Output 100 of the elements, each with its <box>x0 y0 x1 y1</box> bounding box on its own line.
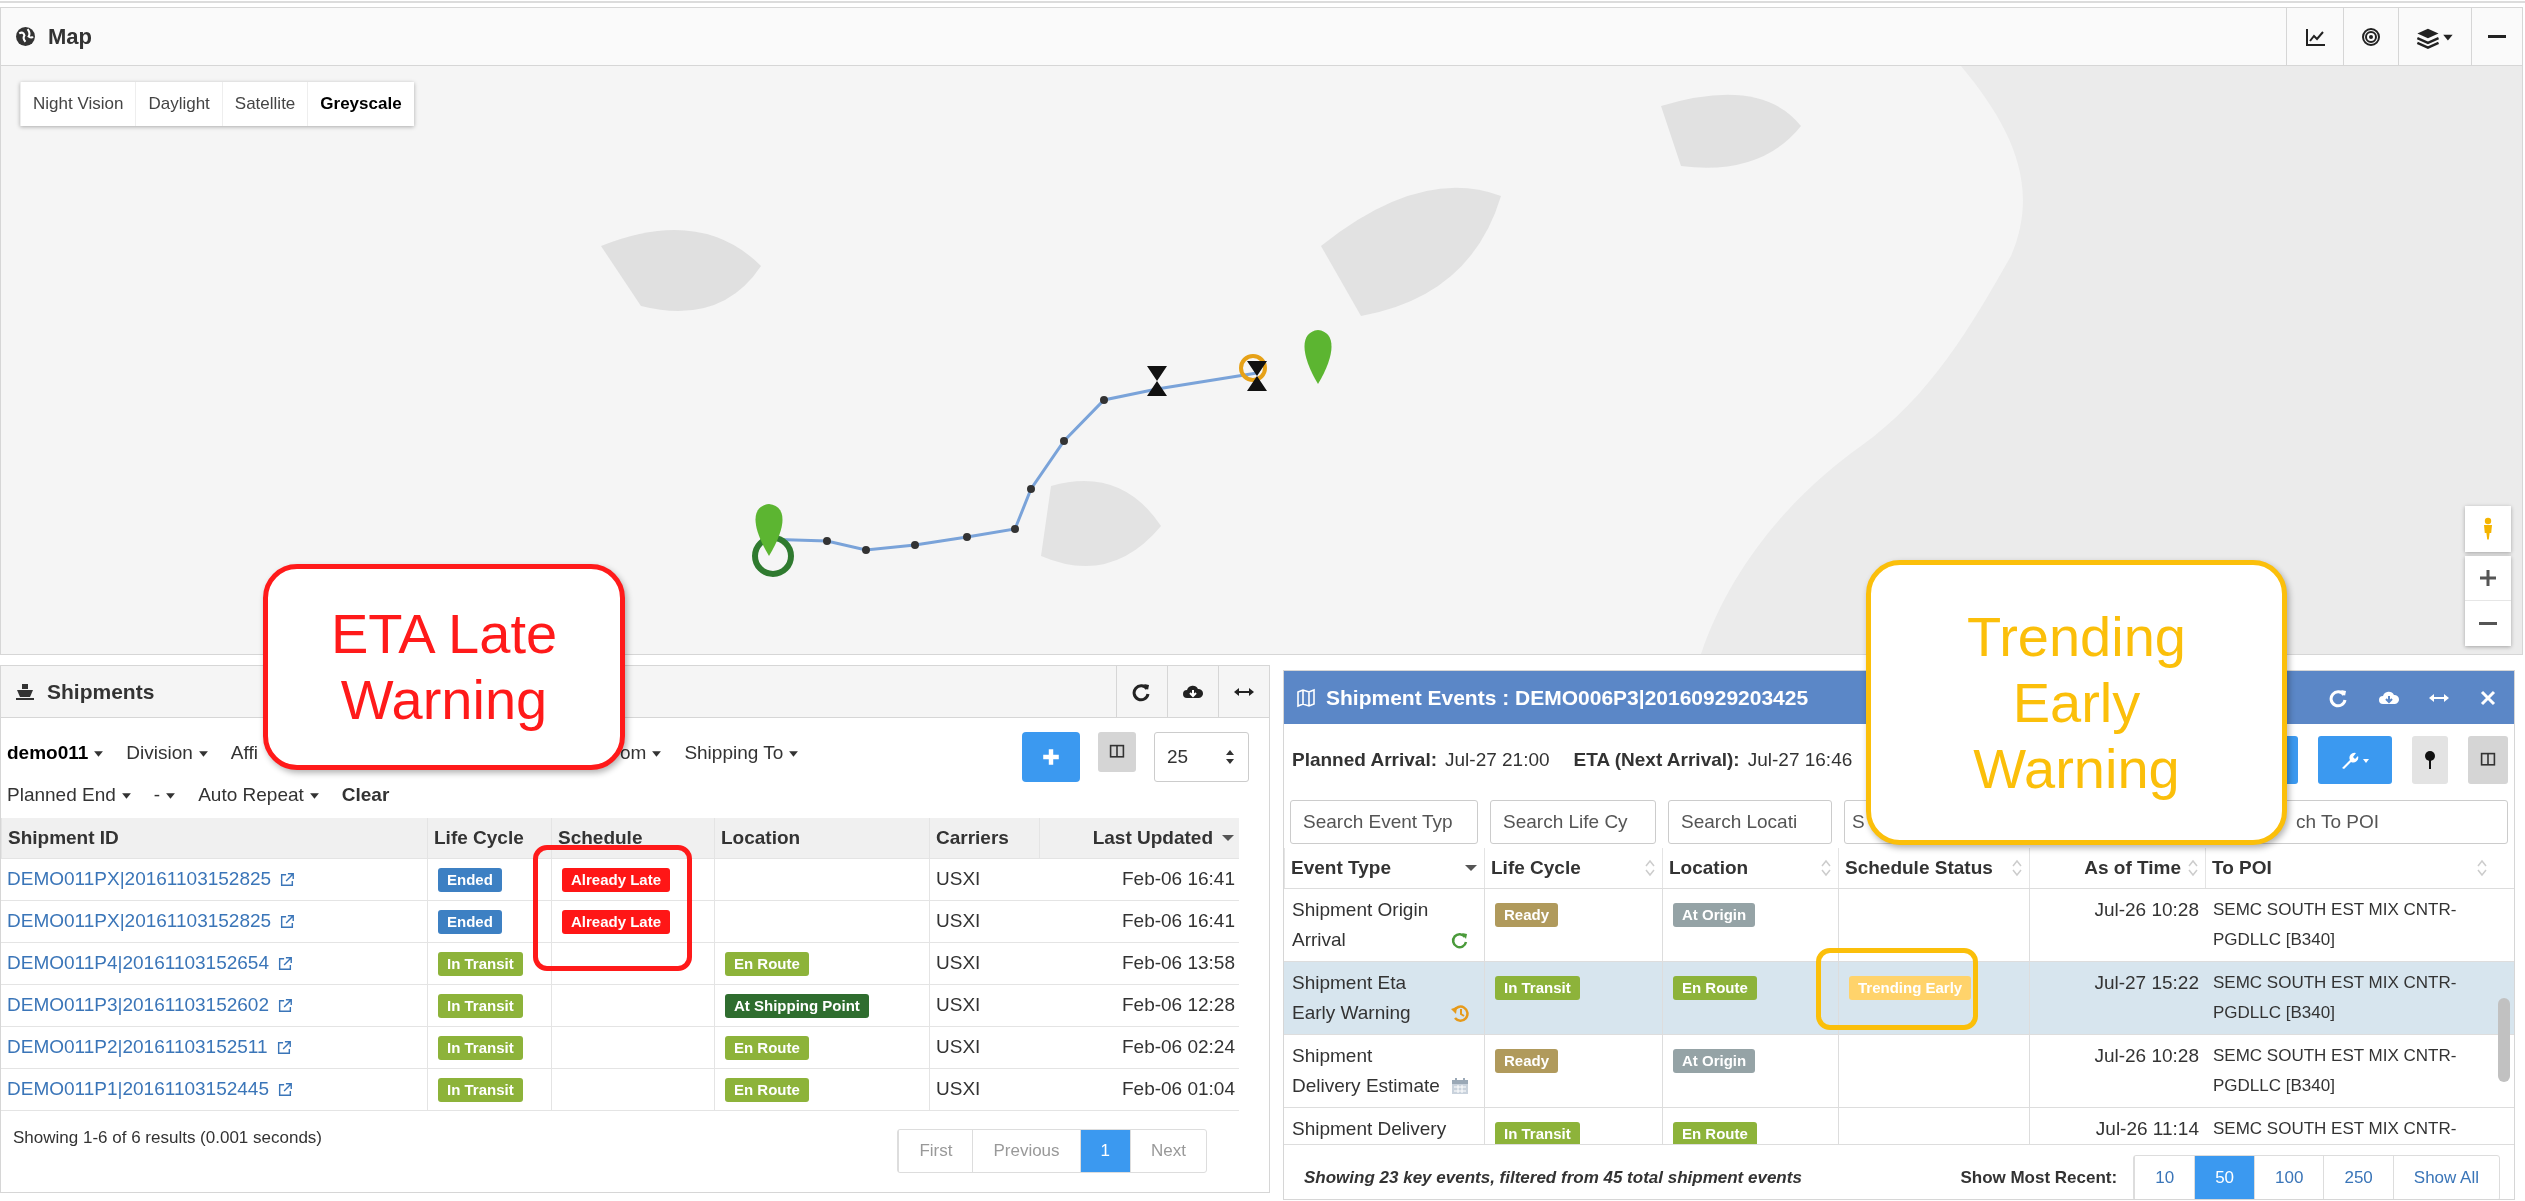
column-header[interactable]: Event Type <box>1284 848 1484 888</box>
columns-button[interactable] <box>2468 736 2508 784</box>
page-size-select[interactable]: 25 <box>1154 732 1249 782</box>
map-icon <box>1296 687 1316 708</box>
status-badge: Trending Early <box>1849 976 1972 1000</box>
column-header[interactable]: Life Cycle <box>1484 848 1662 888</box>
status-badge: At Shipping Point <box>725 993 869 1018</box>
sort-icon <box>1644 859 1656 877</box>
table-cell: Jul-26 11:14 <box>2095 1118 2199 1139</box>
table-cell: Jul-27 15:22 <box>2094 972 2199 993</box>
status-badge: In Transit <box>438 993 523 1018</box>
add-button[interactable] <box>1022 732 1080 782</box>
map-style-button[interactable]: Daylight <box>135 82 222 126</box>
shipment-link[interactable]: DEMO011P3|20161103152602 <box>7 991 269 1020</box>
status-badge: En Route <box>725 951 809 976</box>
events-summary: Showing 23 key events, filtered from 45 total shipment events <box>1304 1166 1802 1189</box>
table-cell-text: USXI <box>936 993 981 1018</box>
sort-icon <box>2476 859 2488 877</box>
minus-icon <box>2479 622 2497 625</box>
clear-button[interactable]: Clear <box>341 780 390 810</box>
shipment-link[interactable]: DEMO011P4|20161103152654 <box>7 949 269 978</box>
table-cell-text: Feb-06 02:24 <box>1121 1035 1235 1060</box>
status-badge: En Route <box>1673 976 1757 1000</box>
status-badge: Ready <box>1495 903 1559 927</box>
page-size-option[interactable]: 250 <box>2323 1155 2393 1199</box>
status-badge: In Transit <box>438 1077 523 1102</box>
column-header[interactable]: As of Time <box>2029 848 2205 888</box>
column-header[interactable]: Life Cycle <box>427 818 551 858</box>
filter-dropdown[interactable]: Affi <box>230 738 258 768</box>
status-badge: En Route <box>1673 1122 1757 1144</box>
page-size-option[interactable]: 100 <box>2254 1155 2324 1199</box>
table-cell-text: Feb-06 13:58 <box>1121 951 1235 976</box>
status-badge: En Route <box>725 1035 809 1060</box>
column-header[interactable]: Last Updated <box>1039 818 1239 858</box>
field-value: Jul-27 21:00 <box>1445 747 1550 772</box>
columns-icon <box>1108 744 1126 760</box>
table-cell-text: USXI <box>936 1077 981 1102</box>
column-header[interactable]: Shipment ID <box>1 818 427 858</box>
external-link-icon <box>277 997 293 1014</box>
calendar-icon <box>1450 1076 1470 1096</box>
event-type: Shipment Delivery Estimate <box>1292 1044 1441 1098</box>
map-style-button[interactable]: Greyscale <box>307 82 414 126</box>
search-field[interactable]: Search Locati <box>1668 800 1832 844</box>
external-link-icon <box>279 871 296 888</box>
filter-dropdown[interactable]: demo011 <box>7 738 105 768</box>
globe-icon <box>15 26 36 47</box>
minimize-icon <box>2488 35 2506 38</box>
panel-title: Shipment Events : DEMO006P3|20160929203425 <box>1326 684 1809 711</box>
status-badge: Ended <box>438 909 502 934</box>
up-down-icon <box>1224 748 1236 766</box>
columns-button[interactable] <box>1098 732 1136 772</box>
filter-dropdown[interactable]: Shipping To <box>684 738 800 768</box>
table-cell: SEMC SOUTH EST MIX CNTR-PGDLLC [B340] <box>2213 973 2457 1022</box>
table-cell-text: Feb-06 12:28 <box>1121 993 1235 1018</box>
plus-icon <box>1041 747 1061 767</box>
search-field[interactable]: Search Life Cy <box>1490 800 1656 844</box>
column-header[interactable]: To POI <box>2205 848 2514 888</box>
table-cell: Jul-26 10:28 <box>2094 899 2199 920</box>
sort-icon <box>2187 859 2199 877</box>
event-type: Shipment Delivery <box>1292 1117 1447 1141</box>
status-badge: Ready <box>1495 1049 1559 1073</box>
column-header[interactable]: Schedule Status <box>1838 848 2029 888</box>
filter-dropdown[interactable]: Division <box>126 738 209 768</box>
refresh-icon <box>1450 930 1470 950</box>
filter-dropdown[interactable]: Planned End <box>7 780 132 810</box>
column-header[interactable]: Schedule <box>551 818 714 858</box>
map-style-button[interactable]: Night Vision <box>20 82 136 126</box>
external-link-icon <box>275 1039 292 1056</box>
filter-dropdown[interactable]: Auto Repeat <box>198 780 320 810</box>
shipment-link[interactable]: DEMO011PX|20161103152825 <box>7 907 272 936</box>
columns-icon <box>2479 752 2497 768</box>
column-header[interactable]: Location <box>1662 848 1838 888</box>
search-field[interactable]: Search Event Typ <box>1290 800 1478 844</box>
table-cell-text: USXI <box>936 867 981 892</box>
page-size-option[interactable]: Show All <box>2392 1155 2499 1199</box>
status-badge: At Origin <box>1673 903 1756 927</box>
shipment-link[interactable]: DEMO011P1|20161103152445 <box>7 1075 269 1104</box>
map-style-button[interactable]: Satellite <box>221 82 308 126</box>
annotation-tooltip: Trending Early Warning <box>1866 560 2287 845</box>
status-badge: En Route <box>725 1077 809 1102</box>
panel-title: Map <box>48 23 92 51</box>
shipment-link[interactable]: DEMO011P2|20161103152511 <box>7 1033 268 1062</box>
filter-dropdown[interactable]: - <box>153 780 177 810</box>
external-link-icon <box>277 1081 293 1098</box>
status-badge: Ended <box>438 867 502 892</box>
sort-icon <box>2011 859 2023 877</box>
pin-button[interactable] <box>2412 736 2448 784</box>
external-link-icon <box>279 913 296 930</box>
plus-icon <box>2479 569 2497 587</box>
table-cell-text: USXI <box>936 909 981 934</box>
ship-icon <box>15 681 35 702</box>
scrollbar-thumb[interactable] <box>2498 998 2510 1082</box>
show-most-recent-label: Show Most Recent: <box>1960 1166 2118 1189</box>
status-badge: Already Late <box>562 909 671 934</box>
external-link-icon <box>277 955 293 972</box>
column-header[interactable]: Carriers <box>929 818 1039 858</box>
event-type: Shipment Origin Arrival <box>1292 898 1430 952</box>
status-badge: In Transit <box>1495 1122 1580 1144</box>
column-header[interactable]: Location <box>714 818 929 858</box>
shipment-link[interactable]: DEMO011PX|20161103152825 <box>7 865 272 894</box>
